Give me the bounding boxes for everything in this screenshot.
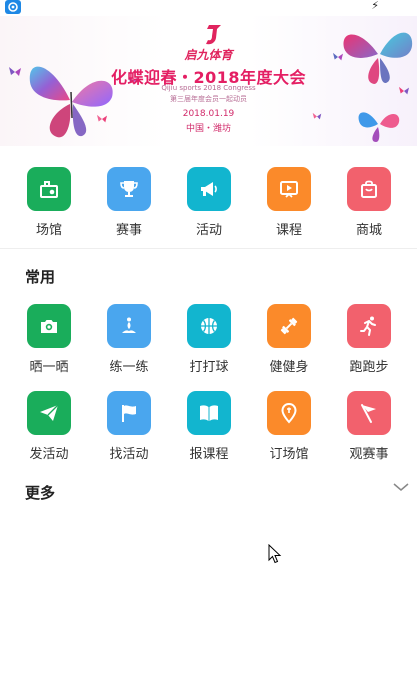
common-section-title: 常用 <box>25 268 56 286</box>
nav-mall-button[interactable]: 商城 <box>339 167 399 238</box>
common-find-activity-label: 找活动 <box>109 447 149 462</box>
common-share-button[interactable]: 晒一晒 <box>19 304 79 375</box>
nav-courses-label: 课程 <box>275 223 302 238</box>
courses-tile <box>267 167 311 211</box>
paper-plane-icon <box>40 404 59 421</box>
more-section-title[interactable]: 更多 <box>25 482 55 503</box>
events-tile <box>107 167 151 211</box>
basketball-icon <box>201 318 217 334</box>
common-run-label: 跑跑步 <box>349 360 389 375</box>
section-divider <box>0 248 417 249</box>
venue-icon <box>40 181 58 198</box>
book-venue-tile <box>267 391 311 435</box>
enroll-course-tile <box>187 391 231 435</box>
share-tile <box>27 304 71 348</box>
common-fitness-button[interactable]: 健健身 <box>259 304 319 375</box>
camera-icon <box>41 320 57 333</box>
run-tile <box>347 304 391 348</box>
common-share-label: 晒一晒 <box>29 360 69 375</box>
charging-icon: ⚡ <box>371 0 379 12</box>
status-bar: ⚡ <box>0 0 417 16</box>
activities-tile <box>187 167 231 211</box>
nav-venue-label: 场馆 <box>35 223 62 238</box>
fitness-tile <box>267 304 311 348</box>
nav-courses-button[interactable]: 课程 <box>259 167 319 238</box>
nav-events-button[interactable]: 赛事 <box>99 167 159 238</box>
flag-icon <box>122 405 136 422</box>
course-video-icon <box>280 181 298 198</box>
app-notification-icon <box>5 0 21 14</box>
trophy-icon <box>120 181 138 197</box>
common-post-activity-button[interactable]: 发活动 <box>19 391 79 462</box>
mall-tile <box>347 167 391 211</box>
common-ball-label: 打打球 <box>189 360 229 375</box>
chevron-down-icon[interactable] <box>392 481 410 493</box>
location-pin-icon <box>281 402 297 424</box>
runner-icon <box>360 316 376 336</box>
venue-tile <box>27 167 71 211</box>
nav-activities-label: 活动 <box>195 223 222 238</box>
dumbbell-icon <box>280 317 298 335</box>
find-activity-tile <box>107 391 151 435</box>
nav-activities-button[interactable]: 活动 <box>179 167 239 238</box>
megaphone-icon <box>201 182 217 196</box>
practice-tile <box>107 304 151 348</box>
common-enroll-course-button[interactable]: 报课程 <box>179 391 239 462</box>
watch-event-tile <box>347 391 391 435</box>
common-post-activity-label: 发活动 <box>29 447 69 462</box>
brand-logo-text: 启九体育 <box>184 48 233 62</box>
brand-logo-icon <box>206 25 221 45</box>
common-fitness-label: 健健身 <box>269 360 309 375</box>
common-book-venue-label: 订场馆 <box>269 447 309 462</box>
banner-location: 中国・潍坊 <box>185 124 231 134</box>
book-icon <box>200 405 218 421</box>
nav-mall-label: 商城 <box>355 223 382 238</box>
common-practice-label: 练一练 <box>109 360 149 375</box>
common-practice-button[interactable]: 练一练 <box>99 304 159 375</box>
banner-date: 2018.01.19 <box>182 109 235 119</box>
nav-events-label: 赛事 <box>115 223 142 238</box>
banner-subtitle-cn: 第三届年度会员一起动员 <box>170 95 247 103</box>
post-activity-tile <box>27 391 71 435</box>
banner-subtitle-en: Qijiu sports 2018 Congress <box>161 84 256 92</box>
shopping-bag-icon <box>361 180 377 198</box>
common-enroll-course-label: 报课程 <box>189 447 229 462</box>
ball-tile <box>187 304 231 348</box>
pennant-icon <box>361 404 376 423</box>
common-ball-button[interactable]: 打打球 <box>179 304 239 375</box>
common-find-activity-button[interactable]: 找活动 <box>99 391 159 462</box>
common-watch-event-label: 观赛事 <box>349 447 389 462</box>
common-book-venue-button[interactable]: 订场馆 <box>259 391 319 462</box>
meditation-icon <box>122 317 136 333</box>
nav-venue-button[interactable]: 场馆 <box>19 167 79 238</box>
common-run-button[interactable]: 跑跑步 <box>339 304 399 375</box>
promo-banner[interactable]: 启九体育 化蝶迎春・2018年度大会 Qijiu sports 2018 Con… <box>0 16 417 146</box>
common-watch-event-button[interactable]: 观赛事 <box>339 391 399 462</box>
mouse-cursor-icon <box>268 544 282 564</box>
